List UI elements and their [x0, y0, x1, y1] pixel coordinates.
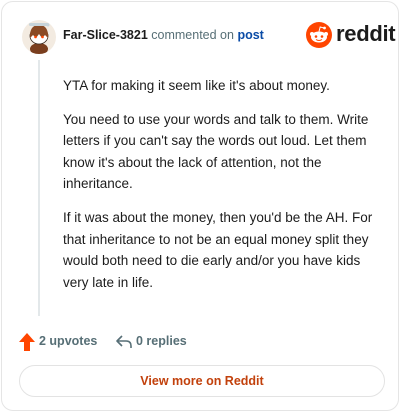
- brand-name: reddit: [336, 21, 396, 46]
- reply-count: 0 replies: [136, 334, 187, 348]
- avatar[interactable]: [22, 20, 56, 54]
- comment-card: Far-Slice-3821 commented on post reddit …: [1, 1, 399, 411]
- comment-paragraph: YTA for making it seem like it's about m…: [63, 78, 330, 93]
- comment-header: Far-Slice-3821 commented on post reddit: [22, 16, 396, 56]
- username-link[interactable]: Far-Slice-3821: [63, 28, 148, 42]
- thread-line: [38, 60, 40, 316]
- reply-arrow-icon: [116, 335, 132, 348]
- view-more-button[interactable]: View more on Reddit: [19, 365, 385, 397]
- comment-meta: Far-Slice-3821 commented on post: [63, 28, 264, 42]
- comment-paragraph: You need to use your words and talk to t…: [63, 111, 369, 192]
- post-link[interactable]: post: [237, 28, 263, 42]
- reddit-brand[interactable]: reddit: [306, 21, 396, 48]
- upvote-count: 2 upvotes: [39, 334, 98, 348]
- reply-button[interactable]: 0 replies: [115, 331, 195, 353]
- upvote-button[interactable]: 2 upvotes: [19, 331, 99, 353]
- reddit-snoo-avatar-icon: [29, 23, 50, 54]
- reddit-logo-icon: [306, 22, 332, 48]
- comment-paragraph: If it was about the money, then you'd be…: [63, 209, 373, 290]
- action-text: commented on: [151, 28, 234, 42]
- upvote-arrow-icon: [19, 333, 35, 351]
- comment-body: YTA for making it seem like it's about m…: [63, 75, 381, 305]
